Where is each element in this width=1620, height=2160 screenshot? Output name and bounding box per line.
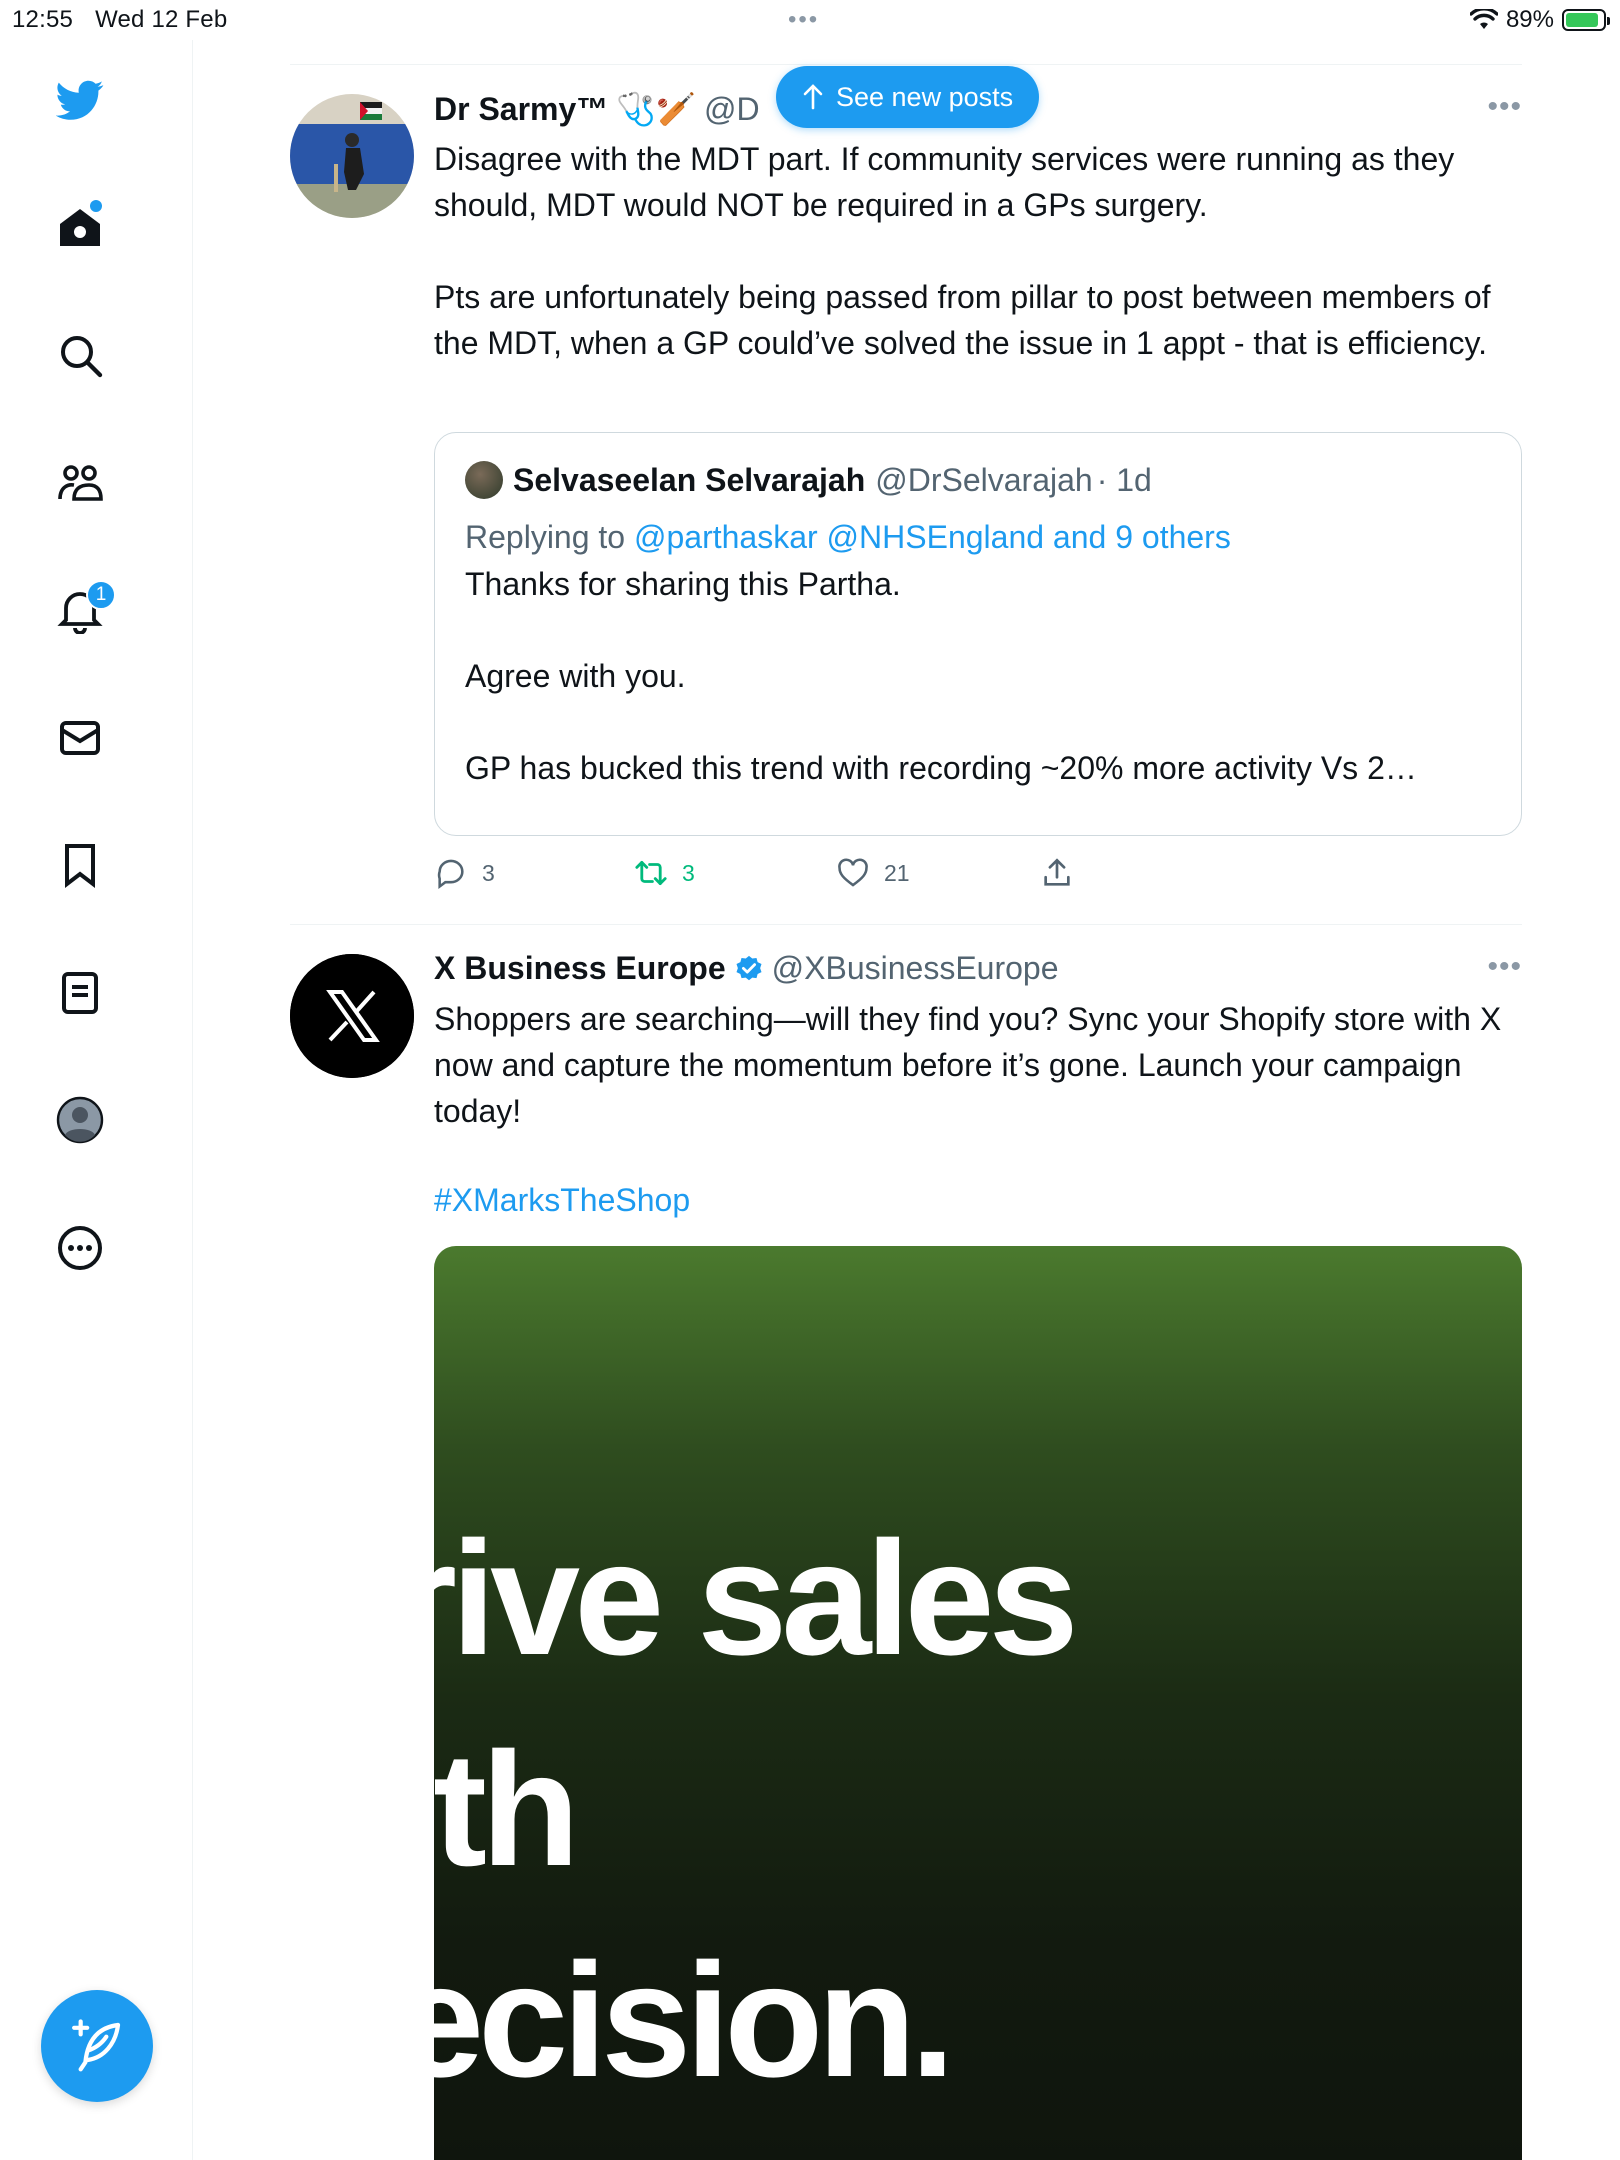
search-icon [61, 336, 103, 378]
reply-icon [437, 859, 464, 890]
battery-icon [1562, 9, 1610, 31]
nav-bookmarks[interactable] [40, 825, 120, 905]
home-unread-dot [90, 200, 102, 212]
quote-header: Selvaseelan Selvarajah @DrSelvarajah · 1… [465, 461, 1152, 499]
promo-media[interactable]: rive sales ith ecision. [434, 1246, 1522, 2160]
lists-icon [62, 972, 98, 1014]
multitasking-dots-icon[interactable]: ••• [788, 6, 819, 34]
nav-search[interactable] [40, 315, 120, 395]
status-bar: 12:55 Wed 12 Feb ••• 89% [0, 0, 1620, 40]
bookmarks-icon [65, 844, 95, 889]
media-text-line: ith [434, 1719, 580, 1900]
author-handle[interactable]: @XBusinessEurope [772, 950, 1059, 987]
author-name[interactable]: X Business Europe [434, 950, 726, 987]
repost-button[interactable]: 3 [634, 856, 836, 890]
compose-button[interactable] [41, 1990, 153, 2102]
replying-to-links[interactable]: @parthaskar @NHSEngland and 9 others [634, 519, 1231, 555]
hashtag-link[interactable]: #XMarksTheShop [434, 1182, 690, 1219]
see-new-posts-button[interactable]: See new posts [776, 66, 1040, 128]
media-text-line: ecision. [434, 1930, 955, 2111]
x-logo-icon [290, 954, 414, 1078]
tweet[interactable]: Dr Sarmy™ 🩺🏏 @D ••• Disagree with the MD… [290, 64, 1522, 924]
tweet-header: X Business Europe @XBusinessEurope [434, 950, 1059, 987]
quoted-tweet[interactable]: Selvaseelan Selvarajah @DrSelvarajah · 1… [434, 432, 1522, 836]
quote-time: · 1d [1096, 461, 1152, 498]
wifi-icon [1469, 9, 1498, 29]
quote-text: Thanks for sharing this Partha. Agree wi… [465, 566, 1417, 786]
share-button[interactable] [1040, 856, 1074, 890]
repost-icon [635, 860, 667, 886]
profile-icon [56, 1096, 104, 1144]
tweet[interactable]: X Business Europe @XBusinessEurope ••• S… [290, 924, 1522, 2160]
avatar[interactable] [290, 954, 414, 1078]
heart-icon [838, 858, 868, 887]
notification-badge: 1 [86, 580, 116, 610]
see-new-posts-label: See new posts [836, 81, 1014, 112]
tweet-header: Dr Sarmy™ 🩺🏏 @D [434, 90, 760, 128]
like-button[interactable]: 21 [836, 856, 1040, 890]
more-icon [58, 1226, 102, 1270]
communities-icon [58, 465, 103, 501]
avatar[interactable] [290, 94, 414, 218]
nav-lists[interactable] [40, 953, 120, 1033]
sidebar: 1 [0, 40, 193, 2160]
arrow-up-icon [803, 84, 823, 110]
replying-prefix: Replying to [465, 519, 626, 555]
tweet-text: Shoppers are searching—will they find yo… [434, 1001, 1511, 1129]
repost-count: 3 [682, 859, 695, 886]
author-emojis: 🩺🏏 [616, 91, 696, 127]
tweet-text: Disagree with the MDT part. If community… [434, 141, 1491, 361]
more-options-icon[interactable]: ••• [1487, 950, 1522, 984]
battery-percent: 89% [1505, 6, 1554, 33]
nav-communities[interactable] [40, 443, 120, 523]
quote-avatar [465, 461, 503, 499]
author-name[interactable]: Dr Sarmy™ [434, 91, 608, 128]
nav-more[interactable] [40, 1208, 120, 1288]
status-date: Wed 12 Feb [95, 6, 228, 33]
nav-notifications[interactable]: 1 [40, 570, 120, 650]
author-handle[interactable]: @D [704, 91, 760, 128]
replying-to: Replying to @parthaskar @NHSEngland and … [465, 519, 1231, 556]
more-options-icon[interactable]: ••• [1487, 90, 1522, 124]
twitter-bird-icon[interactable] [40, 60, 120, 140]
reply-count: 3 [482, 859, 495, 886]
media-text-line: rive sales [434, 1508, 1079, 1689]
messages-icon [60, 721, 100, 755]
nav-home[interactable] [40, 188, 120, 268]
tweet-actions: 3 3 21 [434, 856, 1074, 890]
like-count: 21 [884, 859, 910, 886]
share-icon [1044, 858, 1070, 886]
verified-badge-icon [736, 955, 762, 980]
quote-author-handle: @DrSelvarajah [875, 461, 1093, 498]
status-time: 12:55 [12, 6, 74, 33]
nav-messages[interactable] [40, 698, 120, 778]
reply-button[interactable]: 3 [434, 856, 634, 890]
nav-profile[interactable] [40, 1080, 120, 1160]
compose-icon [72, 2019, 121, 2072]
quote-author-name: Selvaseelan Selvarajah [513, 461, 866, 498]
